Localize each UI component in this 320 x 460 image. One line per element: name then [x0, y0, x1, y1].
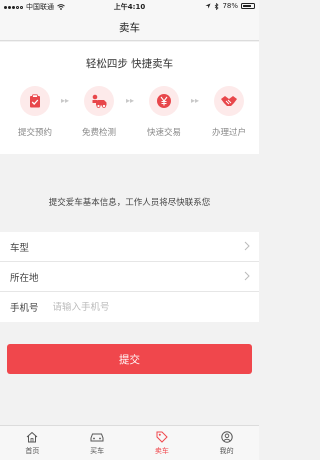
tab-home[interactable]: 首页 — [0, 426, 65, 460]
battery-percent: 78% — [222, 2, 238, 10]
yuan-coin-icon — [149, 86, 179, 116]
step-submit-appointment: 提交预约 — [5, 86, 65, 138]
step-label: 办理过户 — [211, 128, 246, 138]
home-icon — [27, 431, 38, 443]
steps-row: 提交预约 ▸▸ 免费检测 ▸▸ 快速交易 ▸▸ 办理过户 — [0, 86, 259, 146]
car-model-label: 车型 — [10, 242, 30, 254]
status-right: 78% — [205, 2, 255, 10]
user-icon — [220, 431, 233, 443]
step-free-inspection: 免费检测 — [69, 86, 129, 138]
tab-sell-car[interactable]: 卖车 — [130, 426, 195, 460]
car-model-row[interactable]: 车型 — [0, 232, 259, 262]
sell-car-form: 车型 所在地 手机号 — [0, 232, 259, 322]
submit-button[interactable]: 提交 — [7, 344, 252, 374]
car-icon — [90, 433, 104, 442]
location-label: 所在地 — [10, 272, 39, 284]
page-title: 卖车 — [119, 22, 140, 34]
step-transfer-ownership: 办理过户 — [199, 86, 259, 138]
arrow-right-icon: ▸▸ — [61, 96, 70, 105]
tag-icon — [156, 431, 168, 443]
chevron-right-icon — [244, 241, 250, 251]
info-text: 提交爱车基本信息，工作人员将尽快联系您 — [48, 198, 211, 208]
phone-row: 手机号 — [0, 292, 259, 322]
tab-bar: 首页 买车 卖车 我的 — [0, 425, 259, 460]
step-label: 提交预约 — [17, 128, 52, 138]
steps-card: 轻松四步 快捷卖车 提交预约 ▸▸ 免费检测 ▸▸ 快速交易 ▸▸ 办理过户 — [0, 42, 259, 154]
clipboard-icon — [20, 86, 50, 116]
arrow-right-icon: ▸▸ — [126, 96, 135, 105]
phone-input[interactable] — [52, 301, 223, 313]
car-inspection-icon — [84, 86, 114, 116]
handshake-icon — [214, 86, 244, 116]
tab-mine[interactable]: 我的 — [194, 426, 259, 460]
tab-label: 首页 — [25, 447, 40, 455]
tab-buy-car[interactable]: 买车 — [65, 426, 130, 460]
step-quick-trade: 快速交易 — [134, 86, 194, 138]
phone-label: 手机号 — [10, 303, 39, 314]
nav-bar: 卖车 — [0, 14, 259, 41]
location-arrow-icon — [205, 3, 211, 9]
tab-label: 买车 — [90, 447, 105, 455]
chevron-right-icon — [244, 271, 250, 281]
step-label: 快速交易 — [146, 128, 181, 138]
arrow-right-icon: ▸▸ — [191, 96, 200, 105]
location-row[interactable]: 所在地 — [0, 262, 259, 292]
battery-icon — [241, 3, 255, 9]
step-label: 免费检测 — [81, 128, 116, 138]
tab-label: 我的 — [219, 447, 234, 455]
steps-title: 轻松四步 快捷卖车 — [85, 58, 174, 70]
tab-label: 卖车 — [154, 447, 169, 455]
bluetooth-icon — [215, 2, 219, 10]
status-bar: 中国联通 上午4:10 78% — [0, 0, 259, 14]
